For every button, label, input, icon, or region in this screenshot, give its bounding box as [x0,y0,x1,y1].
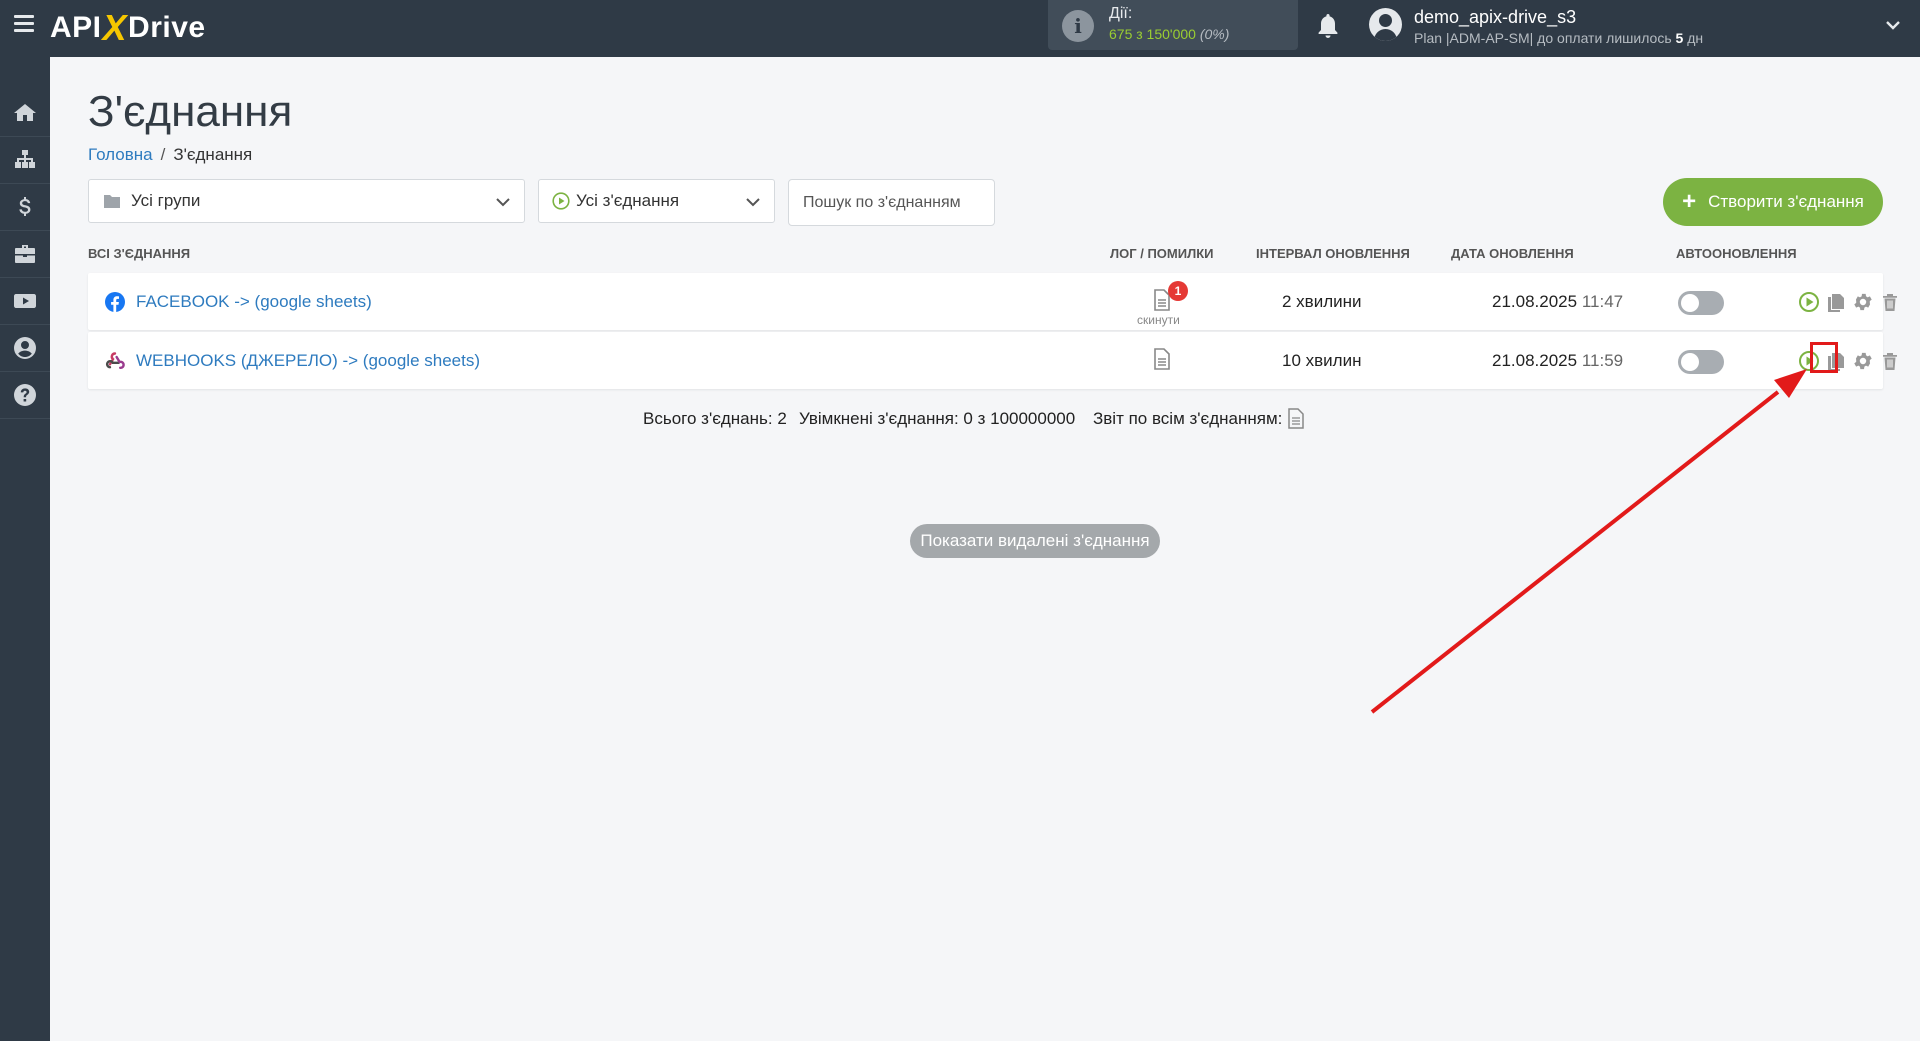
briefcase-icon [15,245,35,263]
sidebar-item-billing[interactable] [0,184,50,231]
main-content: З'єднання Головна / З'єднання Усі групи Ус… [50,57,1920,1041]
sidebar-item-video[interactable] [0,278,50,325]
facebook-icon [105,292,125,312]
table-row: WEBHOOKS (ДЖЕРЕЛО) -> (google sheets) 10… [88,332,1897,389]
enabled-connections: Увімкнені з'єднання: 0 з 100000000 [799,409,1076,428]
webhooks-icon [105,352,125,369]
show-deleted-button[interactable]: Показати видалені з'єднання [910,524,1160,558]
bell-icon[interactable] [1316,12,1340,40]
update-date: 21.08.2025 11:47 [1492,292,1623,312]
reset-errors-link[interactable]: скинути [1137,313,1180,327]
plan-prefix: Plan |ADM-AP-SM| до оплати лишилось [1414,30,1676,46]
log-document-icon[interactable] [1151,347,1173,371]
gear-highlight-annotation [1810,342,1838,373]
connection-name[interactable]: FACEBOOK -> (google sheets) [136,292,372,312]
breadcrumb-home[interactable]: Головна [88,145,153,164]
info-icon: i [1062,10,1094,42]
status-select[interactable]: Усі з'єднання [538,179,775,223]
sidebar-item-home[interactable] [0,90,50,137]
copy-icon[interactable] [1825,291,1847,313]
user-name[interactable]: demo_apix-drive_s3 [1414,7,1576,28]
sidebar-item-tools[interactable] [0,231,50,278]
youtube-icon [14,294,36,308]
trash-icon[interactable] [1879,291,1901,313]
header-all-connections: ВСІ З'ЄДНАННЯ [88,246,191,261]
breadcrumb: Головна / З'єднання [88,145,252,165]
header-log: ЛОГ / ПОМИЛКИ [1110,246,1214,261]
play-circle-icon [552,192,570,210]
trash-icon[interactable] [1879,350,1901,372]
chevron-down-icon [496,198,510,207]
update-date-day: 21.08.2025 [1492,351,1578,370]
plan-suffix: дн [1683,30,1704,46]
dollar-icon [19,197,31,216]
error-count-badge: 1 [1168,281,1188,301]
update-date-time: 11:59 [1581,351,1624,370]
group-select[interactable]: Усі групи [88,179,525,223]
actions-percent: (0%) [1199,26,1230,42]
logo[interactable]: API X Drive [50,7,206,48]
help-icon [14,384,36,406]
update-date-day: 21.08.2025 [1492,292,1578,311]
connection-name[interactable]: WEBHOOKS (ДЖЕРЕЛО) -> (google sheets) [136,351,480,371]
folder-icon [104,194,120,208]
play-icon[interactable] [1798,291,1820,313]
avatar[interactable] [1369,8,1402,41]
create-connection-label: Створити з'єднання [1708,192,1864,211]
actions-counter: i Дії: 675 з 150'000 (0%) [1048,0,1298,50]
report-document-icon[interactable] [1287,408,1305,429]
update-interval: 2 хвилини [1282,292,1362,311]
report-label: Звіт по всім з'єднанням: [1093,409,1283,428]
header-date: ДАТА ОНОВЛЕННЯ [1451,246,1574,261]
header-auto-update: АВТООНОВЛЕННЯ [1676,246,1797,261]
actions-count: 675 з 150'000 [1109,26,1196,42]
logo-api: API [50,11,102,44]
user-icon [14,337,36,359]
chevron-down-icon[interactable] [1886,18,1900,32]
sidebar-item-help[interactable] [0,372,50,419]
auto-update-toggle[interactable] [1678,291,1724,315]
logo-x: X [102,7,128,48]
auto-update-toggle[interactable] [1678,350,1724,374]
actions-label: Дії: [1109,5,1133,22]
chevron-down-icon [746,198,760,207]
status-select-value: Усі з'єднання [576,191,680,210]
update-date: 21.08.2025 11:59 [1492,351,1623,371]
breadcrumb-separator: / [160,145,166,164]
plus-icon: + [1682,188,1697,215]
search-input[interactable] [788,179,995,226]
total-connections: Всього з'єднань: 2 [643,409,787,428]
sidebar [0,57,50,1041]
sitemap-icon [15,150,35,168]
group-select-value: Усі групи [131,191,201,210]
user-plan: Plan |ADM-AP-SM| до оплати лишилось 5 дн [1414,30,1703,46]
sidebar-item-connections[interactable] [0,137,50,184]
table-row: FACEBOOK -> (google sheets) 1 скинути 2 … [88,273,1897,330]
logo-drive: Drive [128,11,206,44]
gear-icon[interactable] [1852,291,1874,313]
update-interval: 10 хвилин [1282,351,1362,370]
home-icon [14,104,36,121]
create-connection-button[interactable]: + Створити з'єднання [1663,178,1883,226]
top-bar: API X Drive i Дії: 675 з 150'000 (0%) demo… [0,0,1920,57]
sidebar-item-profile[interactable] [0,325,50,372]
header-interval: ІНТЕРВАЛ ОНОВЛЕННЯ [1256,246,1410,261]
menu-icon[interactable] [14,15,34,32]
update-date-time: 11:47 [1581,292,1624,311]
actions-value: 675 з 150'000 (0%) [1109,26,1229,42]
gear-icon[interactable] [1852,350,1874,372]
breadcrumb-current: З'єднання [173,145,253,164]
page-title: З'єднання [88,87,293,136]
